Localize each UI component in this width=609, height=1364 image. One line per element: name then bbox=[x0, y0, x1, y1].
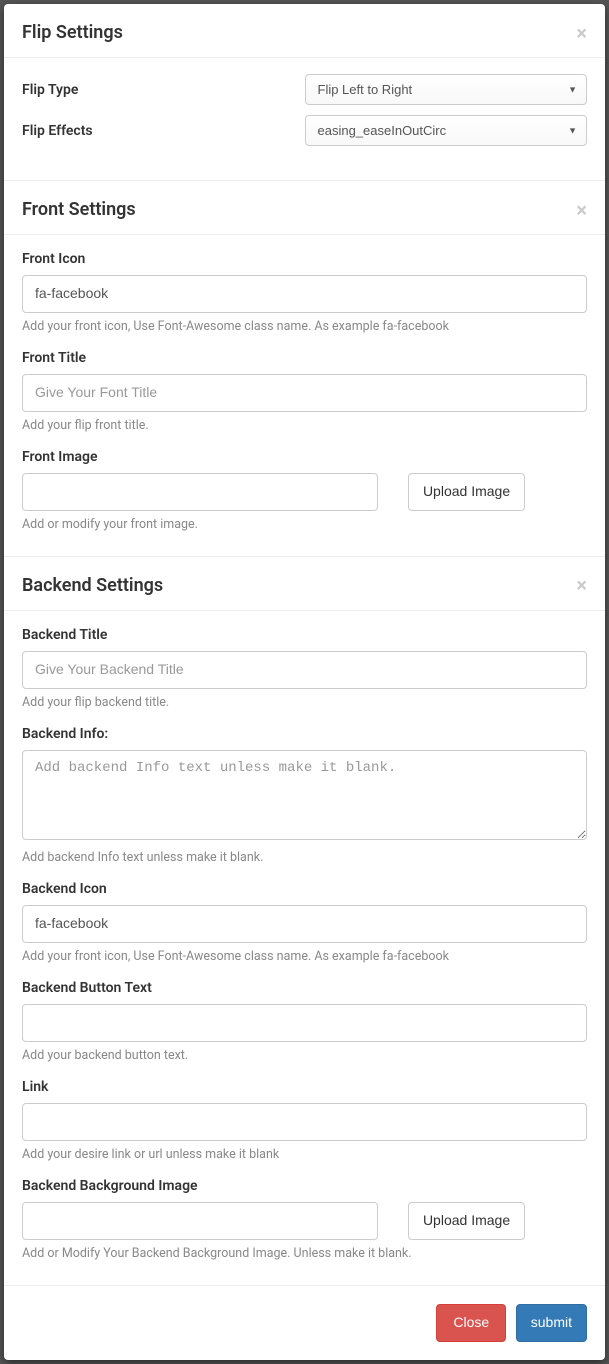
modal-footer: Close submit bbox=[4, 1285, 605, 1360]
front-upload-image-button[interactable]: Upload Image bbox=[408, 473, 525, 511]
backend-info-textarea[interactable] bbox=[22, 750, 587, 840]
front-image-label: Front Image bbox=[22, 449, 587, 465]
backend-bg-image-label: Backend Background Image bbox=[22, 1178, 587, 1194]
backend-button-text-group: Backend Button Text Add your backend but… bbox=[22, 980, 587, 1063]
backend-info-group: Backend Info: Add backend Info text unle… bbox=[22, 726, 587, 865]
backend-info-label: Backend Info: bbox=[22, 726, 587, 742]
front-title-group: Front Title Add your flip front title. bbox=[22, 350, 587, 433]
front-image-group: Front Image Upload Image Add or modify y… bbox=[22, 449, 587, 532]
flip-type-label: Flip Type bbox=[22, 82, 305, 98]
front-title-input[interactable] bbox=[22, 374, 587, 412]
backend-settings-header: Backend Settings × bbox=[4, 557, 605, 611]
backend-settings-body: Backend Title Add your flip backend titl… bbox=[4, 611, 605, 1285]
flip-effects-row: Flip Effects easing_easeInOutCirc bbox=[22, 115, 587, 146]
backend-button-text-label: Backend Button Text bbox=[22, 980, 587, 996]
backend-title-group: Backend Title Add your flip backend titl… bbox=[22, 627, 587, 710]
backend-icon-label: Backend Icon bbox=[22, 881, 587, 897]
front-icon-input[interactable] bbox=[22, 275, 587, 313]
backend-info-help: Add backend Info text unless make it bla… bbox=[22, 850, 587, 865]
front-title-help: Add your flip front title. bbox=[22, 418, 587, 433]
close-button[interactable]: Close bbox=[436, 1304, 506, 1342]
backend-title-help: Add your flip backend title. bbox=[22, 695, 587, 710]
front-settings-header: Front Settings × bbox=[4, 181, 605, 235]
flip-type-select[interactable]: Flip Left to Right bbox=[305, 74, 588, 105]
backend-bg-image-help: Add or Modify Your Backend Background Im… bbox=[22, 1246, 587, 1261]
backend-title-input[interactable] bbox=[22, 651, 587, 689]
backend-button-text-input[interactable] bbox=[22, 1004, 587, 1042]
backend-icon-help: Add your front icon, Use Font-Awesome cl… bbox=[22, 949, 587, 964]
backend-bg-image-input[interactable] bbox=[22, 1202, 378, 1240]
flip-type-row: Flip Type Flip Left to Right bbox=[22, 74, 587, 105]
flip-settings-body: Flip Type Flip Left to Right Flip Effect… bbox=[4, 58, 605, 180]
front-image-help: Add or modify your front image. bbox=[22, 517, 587, 532]
backend-icon-group: Backend Icon Add your front icon, Use Fo… bbox=[22, 881, 587, 964]
front-title-label: Front Title bbox=[22, 350, 587, 366]
front-icon-help: Add your front icon, Use Font-Awesome cl… bbox=[22, 319, 587, 334]
close-icon[interactable]: × bbox=[576, 575, 587, 595]
flip-settings-header: Flip Settings × bbox=[4, 4, 605, 58]
backend-upload-image-button[interactable]: Upload Image bbox=[408, 1202, 525, 1240]
close-icon[interactable]: × bbox=[576, 23, 587, 43]
front-settings-body: Front Icon Add your front icon, Use Font… bbox=[4, 235, 605, 556]
front-image-input[interactable] bbox=[22, 473, 378, 511]
submit-button[interactable]: submit bbox=[516, 1304, 587, 1342]
backend-icon-input[interactable] bbox=[22, 905, 587, 943]
backend-settings-panel: Backend Settings × Backend Title Add you… bbox=[4, 557, 605, 1285]
flip-effects-select[interactable]: easing_easeInOutCirc bbox=[305, 115, 588, 146]
front-settings-title: Front Settings bbox=[22, 199, 136, 220]
backend-bg-image-group: Backend Background Image Upload Image Ad… bbox=[22, 1178, 587, 1261]
backend-title-label: Backend Title bbox=[22, 627, 587, 643]
front-icon-label: Front Icon bbox=[22, 251, 587, 267]
backend-link-help: Add your desire link or url unless make … bbox=[22, 1147, 587, 1162]
front-settings-panel: Front Settings × Front Icon Add your fro… bbox=[4, 181, 605, 557]
backend-settings-title: Backend Settings bbox=[22, 575, 163, 596]
backend-link-input[interactable] bbox=[22, 1103, 587, 1141]
front-icon-group: Front Icon Add your front icon, Use Font… bbox=[22, 251, 587, 334]
backend-link-group: Link Add your desire link or url unless … bbox=[22, 1079, 587, 1162]
settings-modal: Flip Settings × Flip Type Flip Left to R… bbox=[4, 4, 605, 1360]
backend-button-text-help: Add your backend button text. bbox=[22, 1048, 587, 1063]
flip-settings-panel: Flip Settings × Flip Type Flip Left to R… bbox=[4, 4, 605, 181]
close-icon[interactable]: × bbox=[576, 200, 587, 220]
flip-settings-title: Flip Settings bbox=[22, 22, 123, 43]
flip-effects-label: Flip Effects bbox=[22, 123, 305, 139]
backend-link-label: Link bbox=[22, 1079, 587, 1095]
